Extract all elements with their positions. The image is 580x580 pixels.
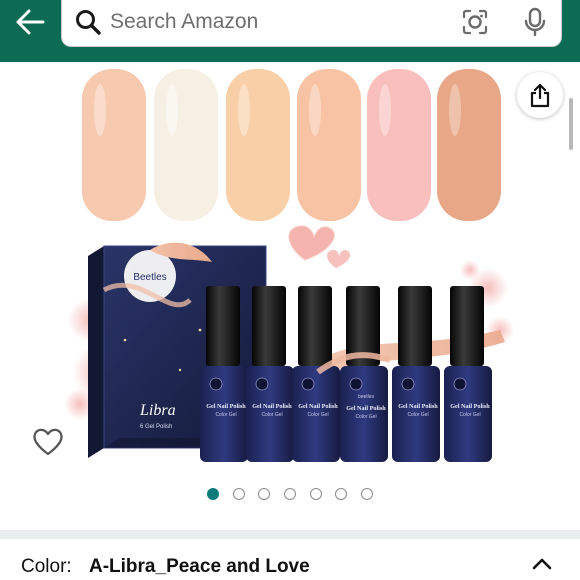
pagination-dot[interactable] xyxy=(310,488,322,500)
top-bar xyxy=(0,0,580,62)
color-variation-row[interactable]: Color: A-Libra_Peace and Love xyxy=(0,539,580,580)
bottle-label: Gel Nail Polish xyxy=(298,403,338,410)
add-to-list-button[interactable] xyxy=(28,422,68,462)
bottle-sublabel: Color Gel xyxy=(307,412,328,418)
bottle-label: Gel Nail Polish xyxy=(398,403,438,410)
pagination-dot[interactable] xyxy=(258,488,270,500)
back-button[interactable] xyxy=(8,4,52,40)
pagination-dot[interactable] xyxy=(284,488,296,500)
search-icon xyxy=(76,10,101,35)
bottle-sublabel: Color Gel xyxy=(215,412,236,418)
scrollbar[interactable] xyxy=(569,98,573,150)
bottle-label: Gel Nail Polish xyxy=(450,403,490,410)
bottle-sublabel: Color Gel xyxy=(459,412,480,418)
image-pagination xyxy=(0,488,580,504)
heart-icon xyxy=(33,428,63,456)
bottle-sublabel: Color Gel xyxy=(261,412,282,418)
search-box[interactable] xyxy=(61,0,562,47)
share-icon xyxy=(530,83,550,108)
pagination-dot[interactable] xyxy=(335,488,347,500)
pagination-dot[interactable] xyxy=(361,488,373,500)
camera-search-button[interactable] xyxy=(457,5,493,39)
bottle-label: Gel Nail Polish xyxy=(252,403,292,410)
color-value: A-Libra_Peace and Love xyxy=(89,556,310,577)
pagination-dot[interactable] xyxy=(233,488,245,500)
box-brand-label: Beetles xyxy=(133,272,166,283)
microphone-icon xyxy=(524,7,546,37)
box-title: Libra xyxy=(139,402,176,419)
section-divider xyxy=(0,530,580,539)
search-input[interactable] xyxy=(110,4,440,40)
product-page: Beetles Libra 6 Gel Polish Gel Nai xyxy=(0,0,580,580)
bottle-sublabel: Color Gel xyxy=(407,412,428,418)
product-image: Beetles Libra 6 Gel Polish Gel Nail Poli… xyxy=(64,69,514,462)
bottle-sublabel: Color Gel xyxy=(355,414,376,420)
bottle-label: Gel Nail Polish xyxy=(346,405,386,412)
share-button[interactable] xyxy=(517,72,563,118)
back-arrow-icon xyxy=(16,9,45,35)
nail-swatches xyxy=(82,69,501,221)
heart-decoration xyxy=(288,225,351,268)
voice-search-button[interactable] xyxy=(517,4,553,40)
chevron-up-icon[interactable] xyxy=(530,553,554,573)
product-image-gallery[interactable]: Beetles Libra 6 Gel Polish Gel Nail Poli… xyxy=(0,62,580,482)
bottle-label: Gel Nail Polish xyxy=(206,403,246,410)
bottle-brand: beetles xyxy=(358,394,375,400)
box-subtitle: 6 Gel Polish xyxy=(140,424,172,430)
camera-lens-icon xyxy=(462,9,488,35)
pagination-dot[interactable] xyxy=(207,488,219,500)
color-label: Color: xyxy=(21,556,72,577)
